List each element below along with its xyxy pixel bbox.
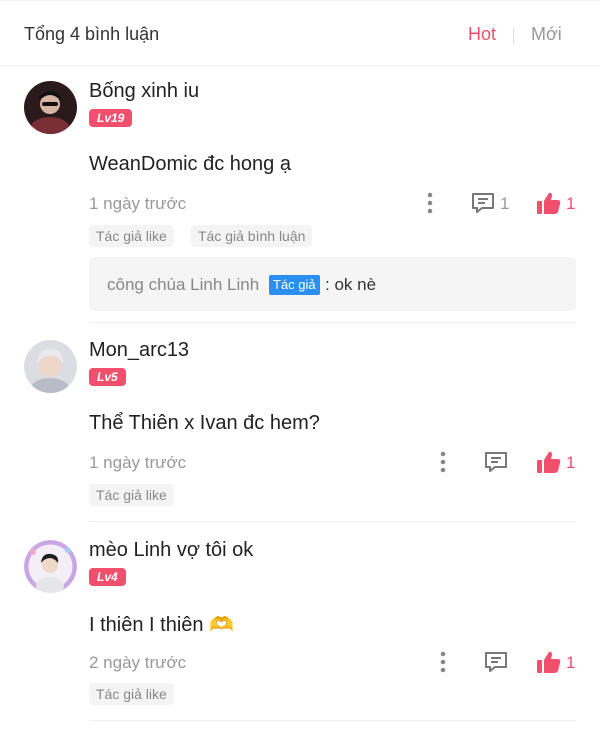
like-icon[interactable]: [536, 450, 562, 474]
comment-text: I thiên I thiên 🫶: [89, 614, 234, 636]
author-reply-box[interactable]: công chúa Linh Linh Tác giả : ok nè: [89, 257, 576, 311]
reply-icon[interactable]: [483, 450, 509, 474]
more-options-icon[interactable]: [438, 650, 448, 674]
username[interactable]: mèo Linh vợ tôi ok: [89, 539, 253, 562]
tag-author-comment: Tác giả bình luận: [191, 225, 313, 247]
comments-header: Tổng 4 bình luận Hot Mới: [0, 0, 600, 66]
tag-author-like: Tác giả like: [89, 683, 174, 705]
username[interactable]: Mon_arc13: [89, 339, 189, 362]
comment-text: WeanDomic đc hong ạ: [89, 153, 291, 175]
avatar[interactable]: [24, 540, 77, 593]
level-badge: Lv19: [89, 109, 133, 127]
reply-author-name[interactable]: công chúa Linh Linh: [107, 275, 259, 295]
tag-author-like: Tác giả like: [89, 225, 174, 247]
more-options-icon[interactable]: [438, 450, 448, 474]
reply-count: 1: [500, 194, 510, 213]
username[interactable]: Bống xinh iu: [89, 80, 199, 103]
level-badge: Lv4: [89, 568, 126, 586]
reply-icon[interactable]: [483, 650, 509, 674]
author-badge: Tác giả: [269, 275, 320, 295]
comment-divider: [89, 322, 576, 323]
avatar[interactable]: [24, 81, 77, 134]
comment-count-label: Tổng 4 bình luận: [24, 24, 160, 44]
tab-separator: [513, 28, 514, 44]
comment-divider: [89, 720, 576, 721]
like-icon[interactable]: [536, 191, 562, 215]
avatar[interactable]: [24, 340, 77, 393]
like-count: 1: [566, 194, 576, 213]
like-icon[interactable]: [536, 650, 562, 674]
comment-time: 1 ngày trước: [89, 453, 187, 472]
tab-hot[interactable]: Hot: [468, 24, 496, 45]
comment-time: 2 ngày trước: [89, 653, 187, 672]
reply-icon[interactable]: [470, 191, 496, 215]
more-options-icon[interactable]: [425, 191, 435, 215]
like-count: 1: [566, 453, 576, 472]
tab-new[interactable]: Mới: [531, 24, 562, 45]
comment-time: 1 ngày trước: [89, 194, 187, 213]
level-badge: Lv5: [89, 368, 126, 386]
like-count: 1: [566, 653, 576, 672]
comment-text: Thể Thiên x Ivan đc hem?: [89, 412, 320, 434]
comment-divider: [89, 521, 576, 522]
reply-text: : ok nè: [325, 275, 377, 294]
tag-author-like: Tác giả like: [89, 484, 174, 506]
